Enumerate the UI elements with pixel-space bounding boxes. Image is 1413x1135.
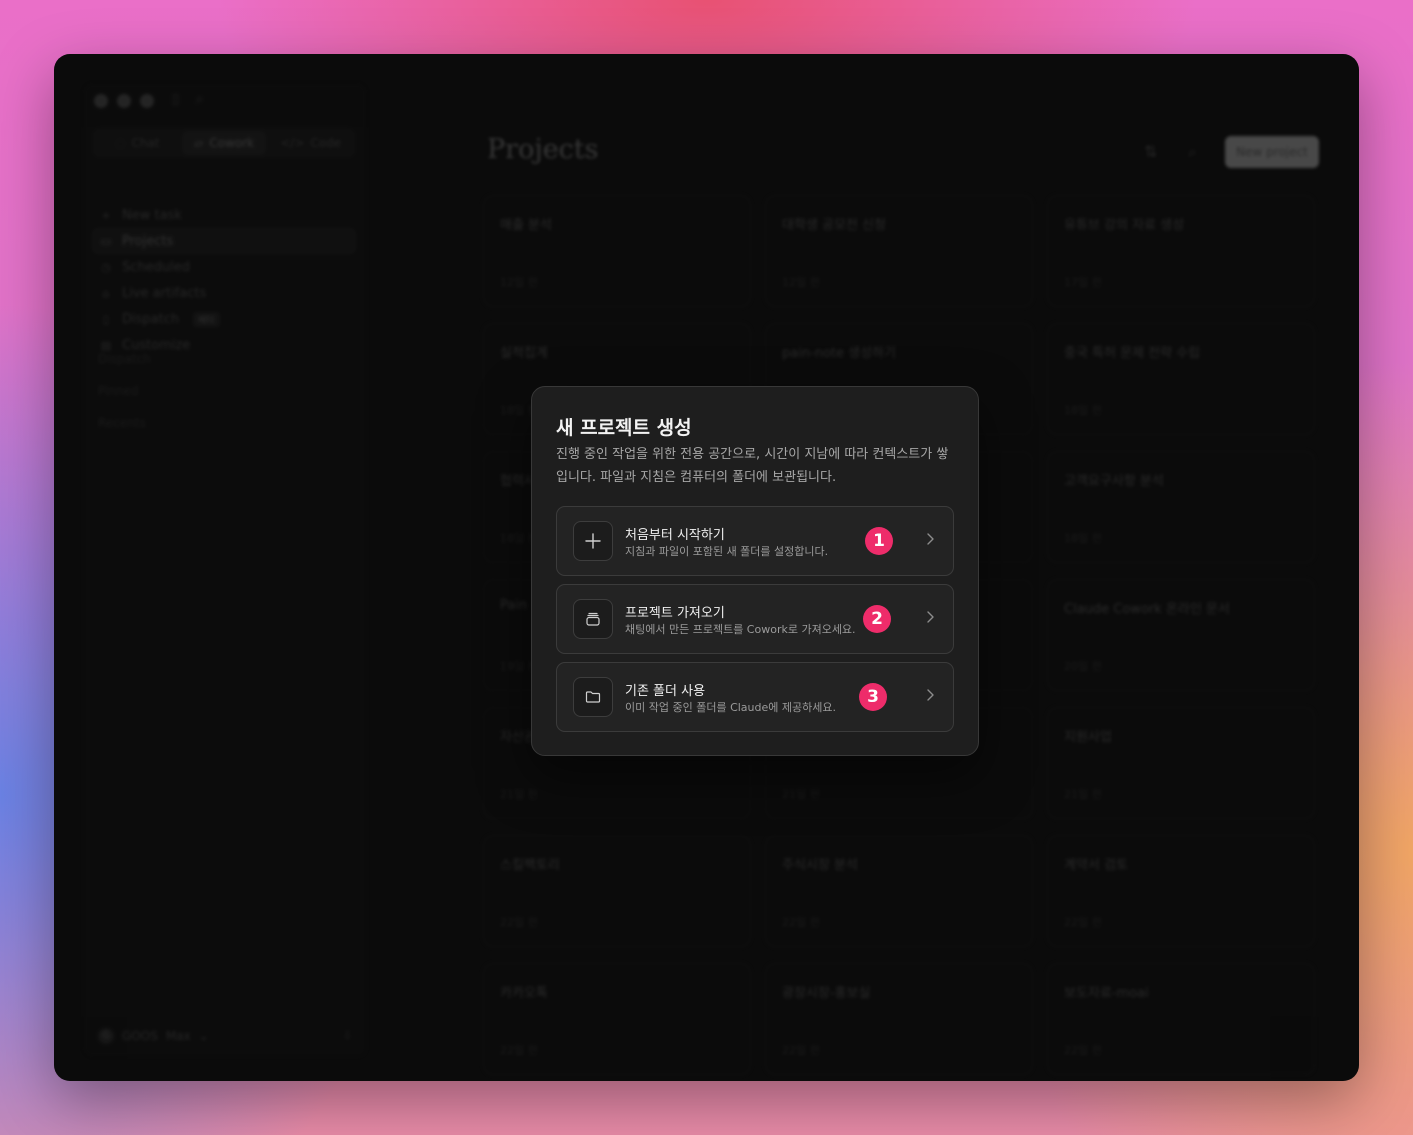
option-title: 프로젝트 가져오기: [625, 606, 725, 621]
chevron-right-icon: [925, 687, 935, 706]
dialog-description: 진행 중인 작업을 위한 전용 공간으로, 시간이 지남에 따라 컨텍스트가 쌓…: [556, 447, 949, 485]
step-number-badge: 3: [859, 683, 887, 711]
option-title: 기존 폴더 사용: [625, 684, 706, 699]
folder-icon: [573, 677, 613, 717]
step-number-badge: 1: [865, 527, 893, 555]
option-use-existing-folder[interactable]: 기존 폴더 사용 이미 작업 중인 폴더를 Claude에 제공하세요. 3: [556, 662, 954, 732]
app-window: ▯ ⌕ ◌ Chat ▱ Cowork </> Code + New task …: [54, 54, 1359, 1081]
chevron-right-icon: [925, 531, 935, 550]
new-project-dialog: 새 프로젝트 생성 진행 중인 작업을 위한 전용 공간으로, 시간이 지남에 …: [531, 386, 979, 756]
option-import-project[interactable]: 프로젝트 가져오기 채팅에서 만든 프로젝트를 Cowork로 가져오세요. 2: [556, 584, 954, 654]
option-subtitle: 지침과 파일이 포함된 새 폴더를 설정합니다.: [625, 545, 829, 558]
option-title: 처음부터 시작하기: [625, 528, 725, 543]
option-subtitle: 이미 작업 중인 폴더를 Claude에 제공하세요.: [625, 701, 836, 714]
import-stack-icon: [573, 599, 613, 639]
plus-icon: [573, 521, 613, 561]
step-number-badge: 2: [863, 605, 891, 633]
option-subtitle: 채팅에서 만든 프로젝트를 Cowork로 가져오세요.: [625, 623, 856, 636]
chevron-right-icon: [925, 609, 935, 628]
dialog-title: 새 프로젝트 생성: [556, 417, 692, 439]
option-start-from-scratch[interactable]: 처음부터 시작하기 지침과 파일이 포함된 새 폴더를 설정합니다. 1: [556, 506, 954, 576]
